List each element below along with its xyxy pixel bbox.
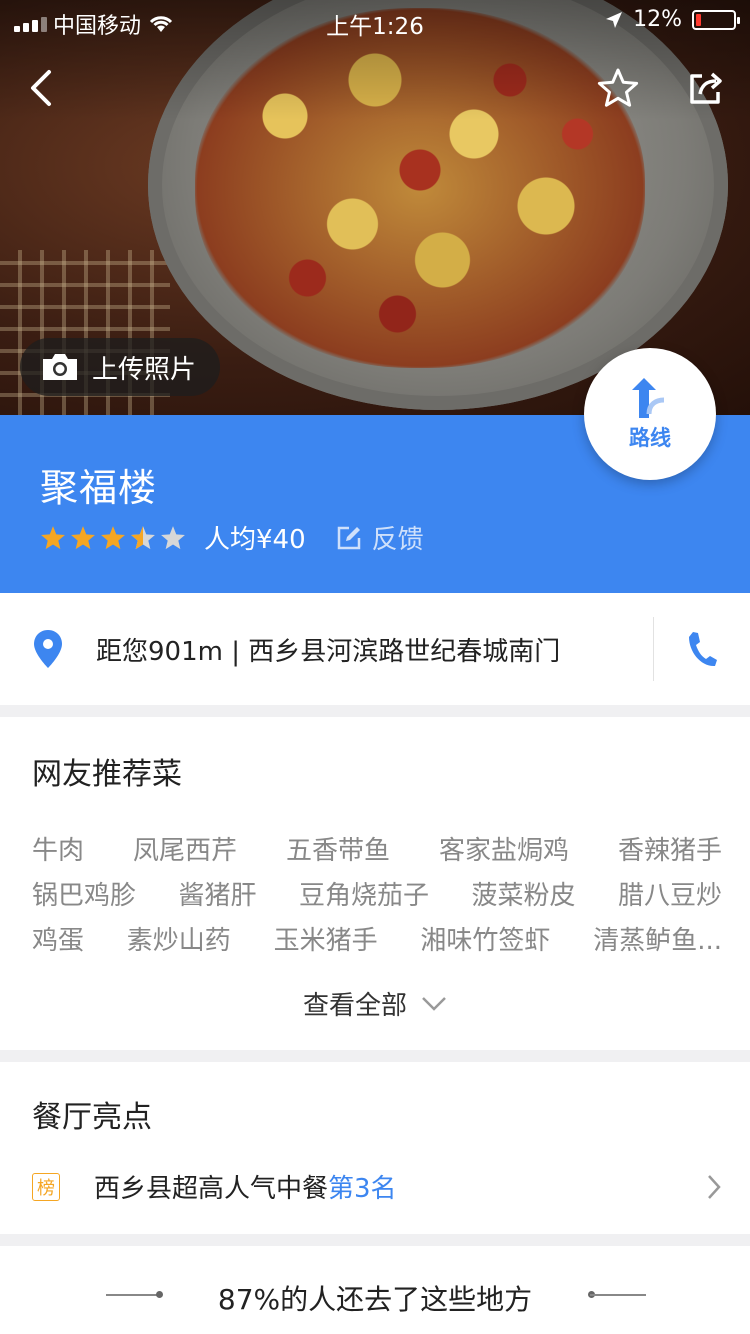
battery-icon — [692, 9, 740, 30]
share-button[interactable] — [680, 62, 732, 114]
average-price: 人均¥40 — [204, 525, 306, 555]
address-text: 距您901m | 西乡县河滨路世纪春城南门 — [96, 636, 561, 667]
location-arrow-icon — [606, 11, 623, 28]
ranking-badge: 榜 — [32, 1172, 60, 1201]
back-button[interactable] — [14, 62, 66, 114]
view-all-label: 查看全部 — [302, 991, 407, 1021]
route-label: 路线 — [629, 426, 671, 450]
section-title: 网友推荐菜 — [32, 757, 182, 792]
feedback-label: 反馈 — [371, 525, 424, 555]
star-full-icon — [41, 525, 65, 549]
route-arrow-icon — [632, 378, 665, 418]
chevron-down-icon — [422, 996, 446, 1011]
share-icon — [690, 72, 722, 104]
favorite-button[interactable] — [592, 62, 644, 114]
dish-tag[interactable]: 素炒山药 — [127, 919, 231, 964]
address-row[interactable]: 距您901m | 西乡县河滨路世纪春城南门 — [0, 593, 750, 705]
dish-tag[interactable]: 豆角烧茄子 — [299, 874, 429, 919]
chevron-right-icon — [708, 1174, 721, 1199]
dish-tag[interactable]: 香辣猪手 — [618, 829, 722, 874]
star-full-icon — [71, 525, 95, 549]
dish-tag[interactable]: 五香带鱼 — [286, 829, 390, 874]
also-visited-title: 87%的人还去了这些地方 — [217, 1283, 533, 1316]
status-bar: 中国移动 上午1:26 12% — [0, 0, 750, 40]
feedback-button[interactable]: 反馈 — [336, 519, 424, 556]
rating-stars — [40, 525, 186, 551]
phone-icon — [689, 632, 717, 667]
view-all-button[interactable]: 查看全部 — [0, 985, 750, 1022]
recommended-dishes-section: 网友推荐菜 牛肉 凤尾西芹 五香带鱼 客家盐焗鸡 香辣猪手 锅巴鸡胗 酱猪肝 豆… — [0, 717, 750, 1050]
dish-tag[interactable]: 玉米猪手 — [274, 919, 378, 964]
dish-tag[interactable]: 腊八豆炒 — [618, 874, 722, 919]
restaurant-name: 聚福楼 — [40, 466, 158, 510]
ranking-position: 第3名 — [328, 1174, 397, 1204]
also-visited-section: 87%的人还去了这些地方 — [0, 1246, 750, 1334]
edit-icon — [337, 526, 360, 549]
highlights-section: 餐厅亮点 榜 西乡县超高人气中餐 第3名 — [0, 1062, 750, 1234]
upload-photo-label: 上传照片 — [92, 354, 197, 385]
dish-tag[interactable]: 鸡蛋 — [32, 919, 84, 964]
dish-tag[interactable]: 酱猪肝 — [178, 874, 256, 919]
dish-tag[interactable]: 清蒸鲈鱼... — [593, 919, 722, 964]
ranking-text: 西乡县超高人气中餐 — [94, 1174, 329, 1204]
dish-tag[interactable]: 湘味竹签虾 — [420, 919, 550, 964]
upload-photo-button[interactable]: 上传照片 — [20, 338, 221, 396]
camera-icon — [43, 354, 77, 380]
dish-tag[interactable]: 菠菜粉皮 — [471, 874, 575, 919]
dish-tag[interactable]: 牛肉 — [32, 829, 84, 874]
chevron-left-icon — [31, 70, 51, 106]
star-empty-icon — [161, 525, 185, 549]
dish-tags: 牛肉 凤尾西芹 五香带鱼 客家盐焗鸡 香辣猪手 锅巴鸡胗 酱猪肝 豆角烧茄子 菠… — [32, 829, 722, 964]
battery-percent: 12% — [633, 7, 682, 32]
ranking-row[interactable]: 榜 西乡县超高人气中餐 第3名 — [32, 1168, 722, 1205]
section-title: 餐厅亮点 — [32, 1100, 152, 1135]
divider-right — [590, 1294, 646, 1296]
call-button[interactable] — [654, 630, 750, 668]
route-button[interactable]: 路线 — [584, 348, 716, 480]
dish-tag[interactable]: 凤尾西芹 — [133, 829, 237, 874]
star-half-icon — [131, 525, 155, 549]
location-pin-icon — [34, 630, 62, 668]
dish-tag[interactable]: 锅巴鸡胗 — [32, 874, 136, 919]
dish-tag[interactable]: 客家盐焗鸡 — [439, 829, 569, 874]
star-outline-icon — [597, 68, 639, 107]
star-full-icon — [101, 525, 125, 549]
